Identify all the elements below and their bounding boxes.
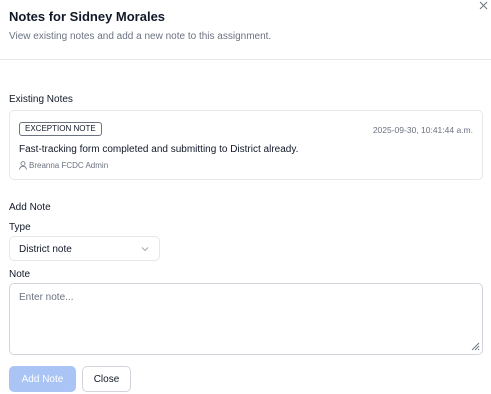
type-label: Type xyxy=(9,222,31,233)
note-label: Note xyxy=(9,269,31,280)
resize-handle-icon[interactable] xyxy=(470,341,480,351)
dialog-title: Notes for Sidney Morales xyxy=(9,9,166,24)
dialog-subtitle: View existing notes and add a new note t… xyxy=(9,31,272,42)
chevron-down-icon xyxy=(141,247,149,252)
note-author: Breanna FCDC Admin xyxy=(19,161,108,170)
note-author-name: Breanna FCDC Admin xyxy=(29,161,109,170)
dialog-header: Notes for Sidney Morales View existing n… xyxy=(0,0,491,60)
note-text: Fast-tracking form completed and submitt… xyxy=(19,144,299,155)
add-note-label: Add Note xyxy=(9,202,51,213)
note-timestamp: 2025-09-30, 10:41:44 a.m. xyxy=(372,125,473,135)
add-note-button[interactable]: Add Note xyxy=(9,366,76,392)
note-type-value: District note xyxy=(19,244,72,255)
user-icon xyxy=(19,161,27,170)
note-type-badge: EXCEPTION NOTE xyxy=(19,122,102,136)
close-icon-glyph xyxy=(479,1,487,10)
close-icon[interactable] xyxy=(477,0,489,12)
close-button[interactable]: Close xyxy=(82,366,131,392)
note-card: EXCEPTION NOTE 2025-09-30, 10:41:44 a.m.… xyxy=(9,110,483,180)
existing-notes-label: Existing Notes xyxy=(9,94,73,105)
note-type-select[interactable]: District note xyxy=(9,236,160,261)
note-textarea[interactable] xyxy=(9,283,483,355)
